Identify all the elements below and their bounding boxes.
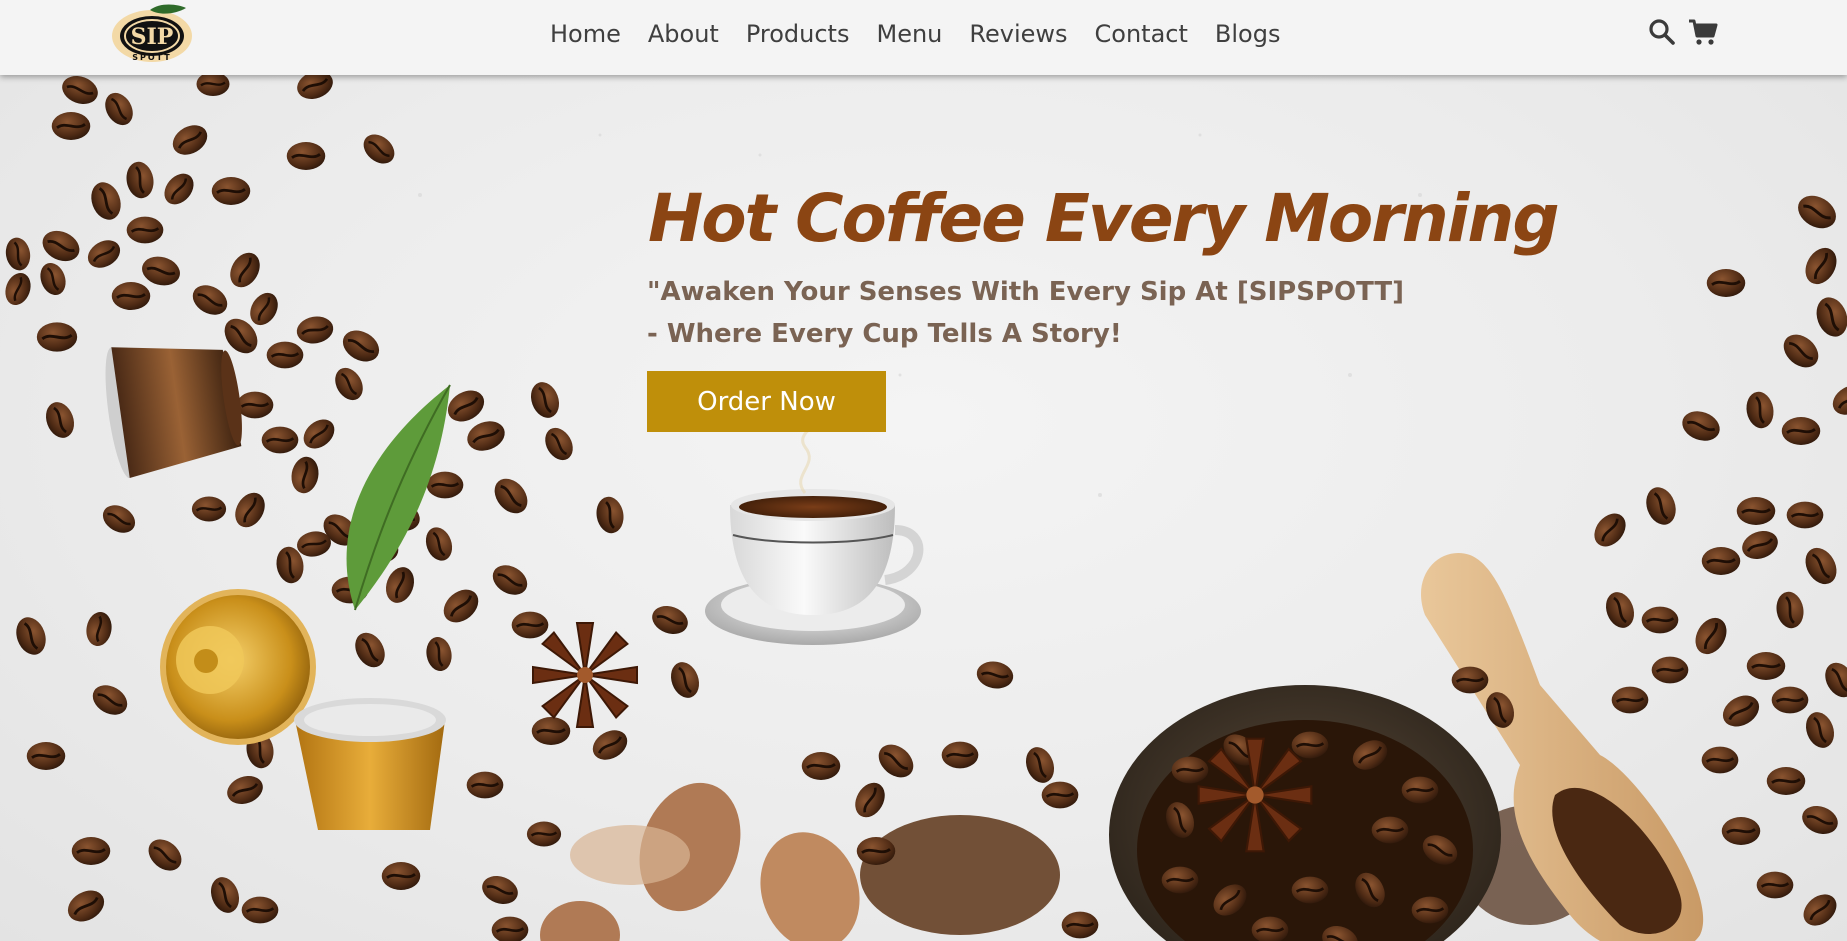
hero-tagline-line-1: "Awaken Your Senses With Every Sip At [S… (647, 277, 1405, 307)
site-header: SIP SPOTT Home About Products Menu Revie… (0, 0, 1847, 75)
bowl-of-coffee-beans (1109, 685, 1501, 941)
shopping-cart-icon (1689, 19, 1718, 45)
logo-text: SIP (131, 24, 174, 50)
logo-graphic: SIP SPOTT (112, 4, 192, 62)
gold-coffee-pod (160, 589, 316, 745)
hero-tagline-line-2: - Where Every Cup Tells A Story! (647, 319, 1122, 349)
nav-about-link[interactable]: About (648, 16, 719, 52)
nav-menu-link[interactable]: Menu (876, 16, 942, 52)
nav-reviews-link[interactable]: Reviews (969, 16, 1067, 52)
hero-title: Hot Coffee Every Morning (648, 180, 1560, 257)
amber-coffee-pod (294, 698, 446, 830)
order-now-button[interactable]: Order Now (647, 371, 886, 432)
hero-section: Hot Coffee Every Morning "Awaken Your Se… (0, 75, 1847, 941)
nav-home-link[interactable]: Home (550, 16, 621, 52)
coffee-cup-illustration (705, 423, 924, 645)
nav-products-link[interactable]: Products (746, 16, 850, 52)
cart-button[interactable] (1688, 17, 1718, 47)
brown-coffee-pod (105, 347, 242, 479)
search-button[interactable] (1647, 17, 1677, 47)
nav-contact-link[interactable]: Contact (1095, 16, 1188, 52)
hero-tagline: "Awaken Your Senses With Every Sip At [S… (647, 271, 1407, 355)
nav-blogs-link[interactable]: Blogs (1215, 16, 1281, 52)
search-icon (1649, 19, 1675, 45)
star-anise-bowl-2 (1197, 737, 1313, 853)
main-nav: Home About Products Menu Reviews Contact… (550, 16, 1280, 52)
star-anise-left (532, 622, 638, 728)
logo-subtext: SPOTT (132, 53, 172, 62)
sipspott-logo[interactable]: SIP SPOTT (108, 2, 198, 66)
